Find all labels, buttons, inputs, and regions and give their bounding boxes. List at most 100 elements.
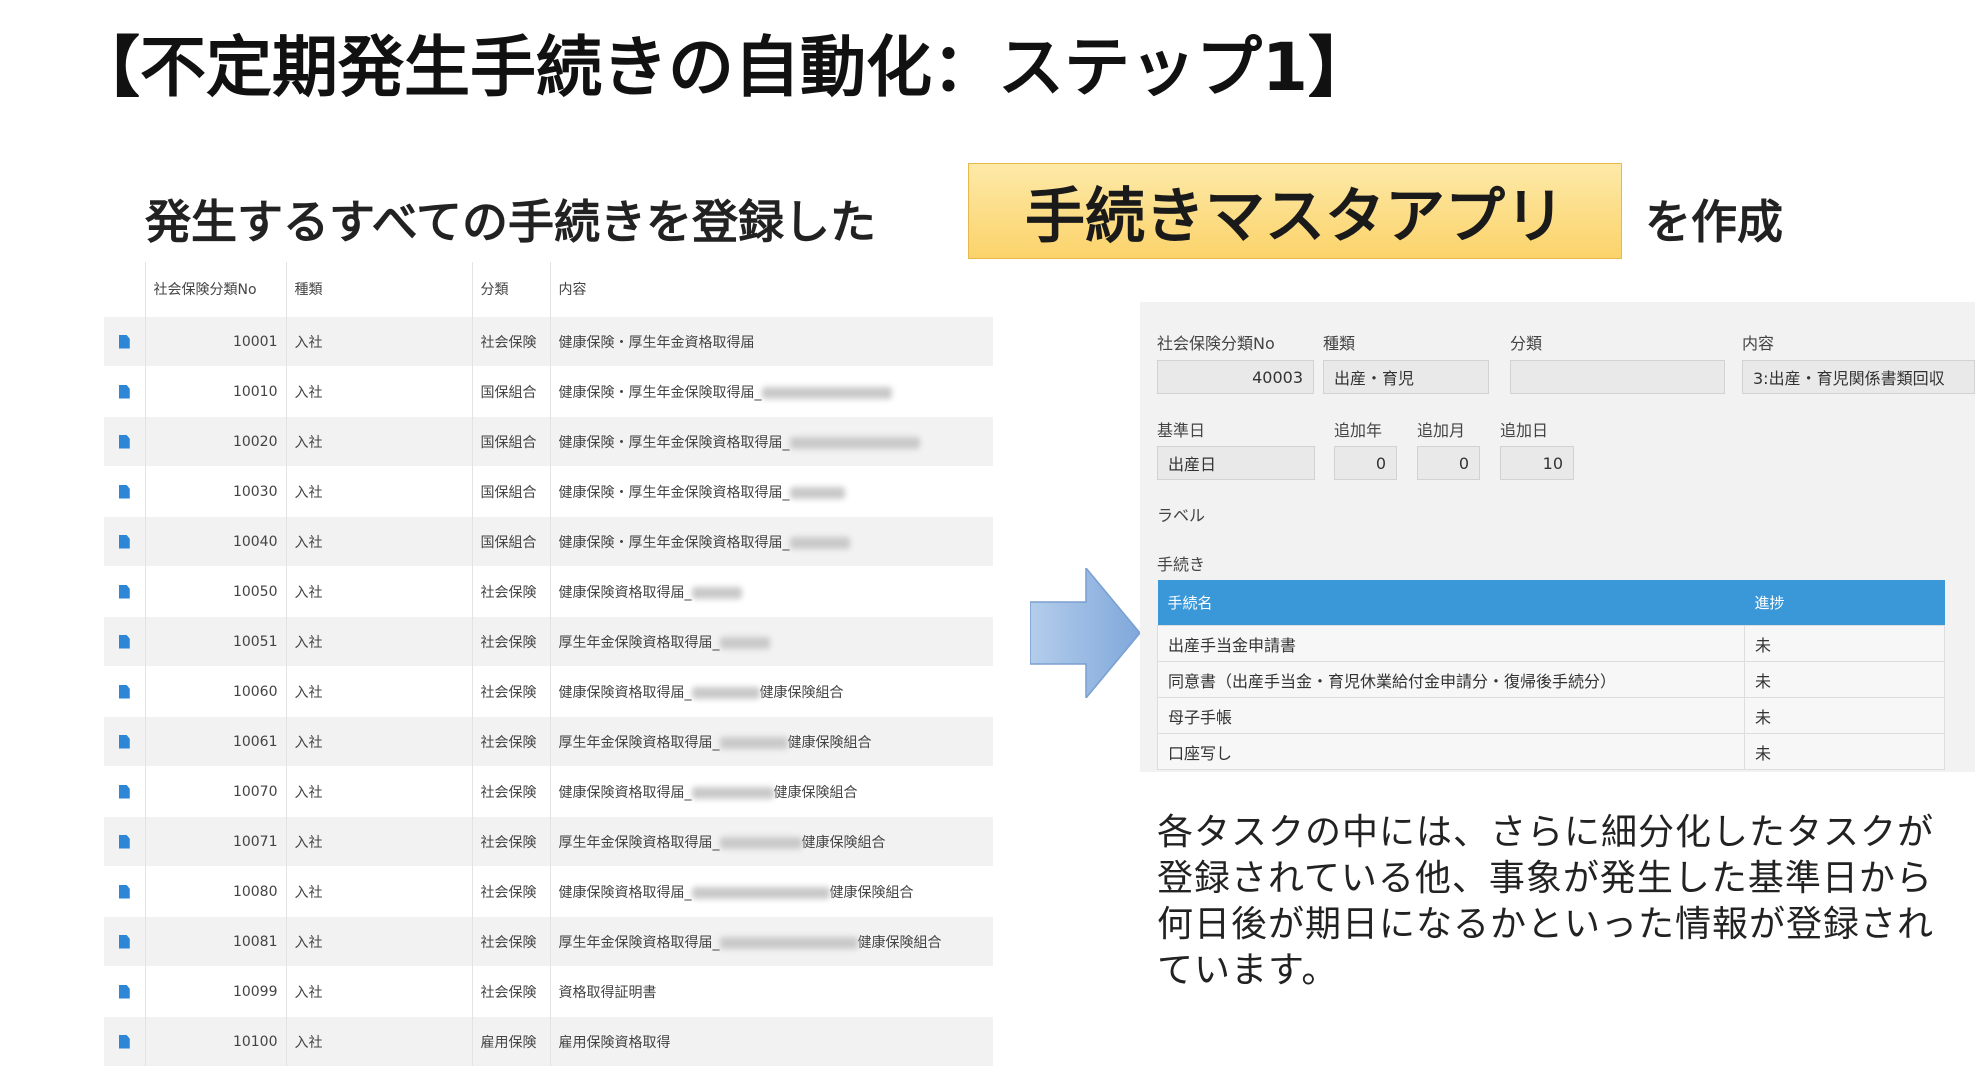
field-category[interactable] <box>1510 360 1725 394</box>
document-icon[interactable] <box>119 835 130 849</box>
cell-no: 10001 <box>145 317 286 367</box>
document-icon[interactable] <box>119 685 130 699</box>
field-add-month[interactable]: 0 <box>1417 446 1480 480</box>
row-icon-cell[interactable] <box>104 717 145 767</box>
cell-content: 健康保険・厚生年金保険資格取得届_ <box>550 467 993 517</box>
table-row[interactable]: 10070入社社会保険健康保険資格取得届_健康保険組合 <box>104 767 993 817</box>
content-text: 健康保険・厚生年金保険資格取得届_ <box>559 535 790 551</box>
cell-content: 資格取得証明書 <box>550 967 993 1017</box>
content-text: 健康保険資格取得届_ <box>559 785 692 801</box>
procedure-row: 出産手当金申請書未 <box>1158 626 1945 662</box>
cell-no: 10071 <box>145 817 286 867</box>
table-row[interactable]: 10040入社国保組合健康保険・厚生年金保険資格取得届_ <box>104 517 993 567</box>
content-text: 健康保険・厚生年金保険取得届_ <box>559 385 762 401</box>
document-icon[interactable] <box>119 885 130 899</box>
subtitle-text: 発生するすべての手続きを登録した <box>145 186 876 252</box>
row-icon-cell[interactable] <box>104 867 145 917</box>
cell-type: 入社 <box>286 667 472 717</box>
cell-category: 国保組合 <box>472 367 550 417</box>
table-row[interactable]: 10050入社社会保険健康保険資格取得届_ <box>104 567 993 617</box>
procedure-name: 同意書（出産手当金・育児休業給付金申請分・復帰後手続分） <box>1158 662 1745 698</box>
cell-no: 10100 <box>145 1017 286 1066</box>
cell-category: 雇用保険 <box>472 1017 550 1066</box>
content-suffix: 健康保険組合 <box>760 685 844 701</box>
cell-type: 入社 <box>286 767 472 817</box>
field-add-year[interactable]: 0 <box>1334 446 1397 480</box>
cell-no: 10051 <box>145 617 286 667</box>
document-icon[interactable] <box>119 735 130 749</box>
table-row[interactable]: 10010入社国保組合健康保険・厚生年金保険取得届_ <box>104 367 993 417</box>
row-icon-cell[interactable] <box>104 517 145 567</box>
document-icon[interactable] <box>119 335 130 349</box>
table-row[interactable]: 10061入社社会保険厚生年金保険資格取得届_健康保険組合 <box>104 717 993 767</box>
row-icon-cell[interactable] <box>104 417 145 467</box>
cell-category: 国保組合 <box>472 467 550 517</box>
document-icon[interactable] <box>119 1035 130 1049</box>
content-text: 厚生年金保険資格取得届_ <box>559 635 720 651</box>
document-icon[interactable] <box>119 635 130 649</box>
document-icon[interactable] <box>119 935 130 949</box>
table-row[interactable]: 10051入社社会保険厚生年金保険資格取得届_ <box>104 617 993 667</box>
cell-no: 10081 <box>145 917 286 967</box>
row-icon-cell[interactable] <box>104 967 145 1017</box>
cell-type: 入社 <box>286 817 472 867</box>
document-icon[interactable] <box>119 435 130 449</box>
list-header-category[interactable]: 分類 <box>472 262 550 317</box>
content-text: 資格取得証明書 <box>559 985 657 1001</box>
cell-type: 入社 <box>286 1017 472 1066</box>
document-icon[interactable] <box>119 585 130 599</box>
row-icon-cell[interactable] <box>104 1017 145 1066</box>
cell-content: 健康保険資格取得届_健康保険組合 <box>550 667 993 717</box>
label-procedures: 手続き <box>1157 551 1205 575</box>
document-icon[interactable] <box>119 485 130 499</box>
row-icon-cell[interactable] <box>104 367 145 417</box>
document-icon[interactable] <box>119 535 130 549</box>
document-icon[interactable] <box>119 985 130 999</box>
table-row[interactable]: 10060入社社会保険健康保険資格取得届_健康保険組合 <box>104 667 993 717</box>
cell-category: 国保組合 <box>472 517 550 567</box>
field-base-date[interactable]: 出産日 <box>1157 446 1315 480</box>
table-row[interactable]: 10080入社社会保険健康保険資格取得届_健康保険組合 <box>104 867 993 917</box>
list-header-content[interactable]: 内容 <box>550 262 993 317</box>
list-header-no[interactable]: 社会保険分類No <box>145 262 286 317</box>
cell-type: 入社 <box>286 367 472 417</box>
redacted-text <box>790 487 845 499</box>
table-row[interactable]: 10001入社社会保険健康保険・厚生年金資格取得届 <box>104 317 993 367</box>
cell-no: 10061 <box>145 717 286 767</box>
procedures-header-row: 手続名 進捗 <box>1158 580 1945 626</box>
document-icon[interactable] <box>119 785 130 799</box>
content-text: 雇用保険資格取得 <box>559 1035 671 1051</box>
table-row[interactable]: 10100入社雇用保険雇用保険資格取得 <box>104 1017 993 1066</box>
cell-type: 入社 <box>286 317 472 367</box>
row-icon-cell[interactable] <box>104 767 145 817</box>
redacted-text <box>720 937 858 949</box>
table-row[interactable]: 10071入社社会保険厚生年金保険資格取得届_健康保険組合 <box>104 817 993 867</box>
table-row[interactable]: 10030入社国保組合健康保険・厚生年金保険資格取得届_ <box>104 467 993 517</box>
row-icon-cell[interactable] <box>104 617 145 667</box>
redacted-text <box>720 637 770 649</box>
cell-category: 社会保険 <box>472 617 550 667</box>
field-no[interactable]: 40003 <box>1157 360 1314 394</box>
redacted-text <box>692 587 742 599</box>
field-add-day[interactable]: 10 <box>1500 446 1574 480</box>
field-content[interactable]: 3:出産・育児関係書類回収 <box>1742 360 1975 394</box>
table-row[interactable]: 10081入社社会保険厚生年金保険資格取得届_健康保険組合 <box>104 917 993 967</box>
table-row[interactable]: 10020入社国保組合健康保険・厚生年金保険資格取得届_ <box>104 417 993 467</box>
row-icon-cell[interactable] <box>104 567 145 617</box>
redacted-text <box>790 437 920 449</box>
row-icon-cell[interactable] <box>104 667 145 717</box>
row-icon-cell[interactable] <box>104 817 145 867</box>
cell-category: 社会保険 <box>472 767 550 817</box>
cell-type: 入社 <box>286 517 472 567</box>
cell-content: 健康保険資格取得届_ <box>550 567 993 617</box>
field-type[interactable]: 出産・育児 <box>1323 360 1489 394</box>
row-icon-cell[interactable] <box>104 917 145 967</box>
list-header-row: 社会保険分類No 種類 分類 内容 <box>104 262 993 317</box>
document-icon[interactable] <box>119 385 130 399</box>
row-icon-cell[interactable] <box>104 467 145 517</box>
table-row[interactable]: 10099入社社会保険資格取得証明書 <box>104 967 993 1017</box>
cell-type: 入社 <box>286 967 472 1017</box>
cell-category: 国保組合 <box>472 417 550 467</box>
row-icon-cell[interactable] <box>104 317 145 367</box>
list-header-type[interactable]: 種類 <box>286 262 472 317</box>
